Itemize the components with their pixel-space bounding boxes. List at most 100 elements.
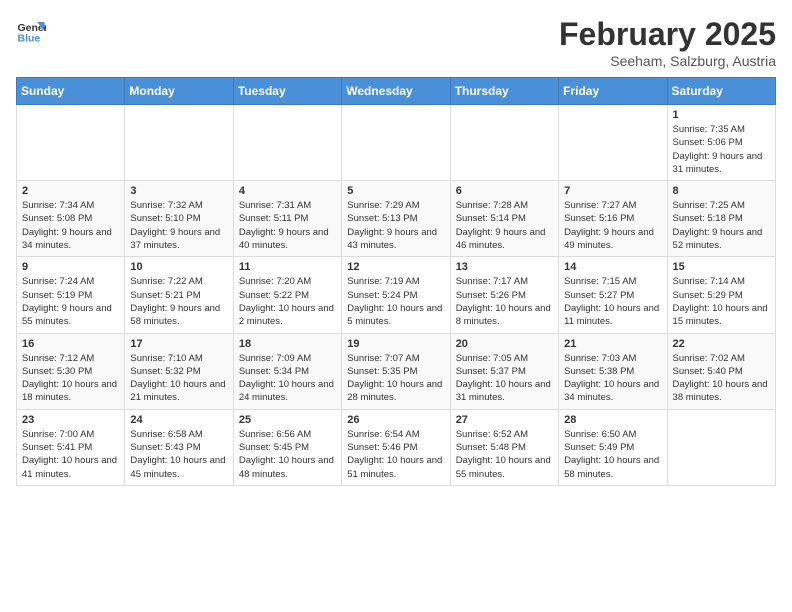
day-number: 16: [22, 338, 119, 350]
day-number: 20: [456, 338, 553, 350]
calendar-cell: 3 Sunrise: 7:32 AM Sunset: 5:10 PM Dayli…: [125, 181, 233, 257]
day-number: 26: [347, 414, 444, 426]
calendar-cell: 23 Sunrise: 7:00 AM Sunset: 5:41 PM Dayl…: [17, 409, 125, 485]
calendar-cell: 12 Sunrise: 7:19 AM Sunset: 5:24 PM Dayl…: [342, 257, 450, 333]
weekday-header-row: SundayMondayTuesdayWednesdayThursdayFrid…: [17, 78, 776, 105]
calendar-cell: 26 Sunrise: 6:54 AM Sunset: 5:46 PM Dayl…: [342, 409, 450, 485]
day-number: 14: [564, 261, 661, 273]
calendar-cell: [17, 105, 125, 181]
day-info: Sunrise: 6:50 AM Sunset: 5:49 PM Dayligh…: [564, 428, 661, 481]
calendar-cell: [559, 105, 667, 181]
calendar-cell: 9 Sunrise: 7:24 AM Sunset: 5:19 PM Dayli…: [17, 257, 125, 333]
day-info: Sunrise: 7:17 AM Sunset: 5:26 PM Dayligh…: [456, 275, 553, 328]
day-info: Sunrise: 6:58 AM Sunset: 5:43 PM Dayligh…: [130, 428, 227, 481]
day-info: Sunrise: 7:22 AM Sunset: 5:21 PM Dayligh…: [130, 275, 227, 328]
calendar-week-row: 23 Sunrise: 7:00 AM Sunset: 5:41 PM Dayl…: [17, 409, 776, 485]
day-info: Sunrise: 6:56 AM Sunset: 5:45 PM Dayligh…: [239, 428, 336, 481]
calendar-cell: 27 Sunrise: 6:52 AM Sunset: 5:48 PM Dayl…: [450, 409, 558, 485]
calendar-cell: [342, 105, 450, 181]
day-info: Sunrise: 7:02 AM Sunset: 5:40 PM Dayligh…: [673, 352, 770, 405]
calendar-cell: 11 Sunrise: 7:20 AM Sunset: 5:22 PM Dayl…: [233, 257, 341, 333]
day-info: Sunrise: 7:19 AM Sunset: 5:24 PM Dayligh…: [347, 275, 444, 328]
day-number: 9: [22, 261, 119, 273]
day-info: Sunrise: 7:03 AM Sunset: 5:38 PM Dayligh…: [564, 352, 661, 405]
day-info: Sunrise: 7:28 AM Sunset: 5:14 PM Dayligh…: [456, 199, 553, 252]
calendar-cell: 17 Sunrise: 7:10 AM Sunset: 5:32 PM Dayl…: [125, 333, 233, 409]
calendar-cell: 20 Sunrise: 7:05 AM Sunset: 5:37 PM Dayl…: [450, 333, 558, 409]
day-number: 18: [239, 338, 336, 350]
calendar-cell: 25 Sunrise: 6:56 AM Sunset: 5:45 PM Dayl…: [233, 409, 341, 485]
day-info: Sunrise: 7:05 AM Sunset: 5:37 PM Dayligh…: [456, 352, 553, 405]
day-number: 12: [347, 261, 444, 273]
day-info: Sunrise: 6:54 AM Sunset: 5:46 PM Dayligh…: [347, 428, 444, 481]
calendar-cell: 5 Sunrise: 7:29 AM Sunset: 5:13 PM Dayli…: [342, 181, 450, 257]
calendar-week-row: 1 Sunrise: 7:35 AM Sunset: 5:06 PM Dayli…: [17, 105, 776, 181]
day-number: 25: [239, 414, 336, 426]
page-header: General Blue February 2025 Seeham, Salzb…: [16, 16, 776, 69]
day-info: Sunrise: 7:14 AM Sunset: 5:29 PM Dayligh…: [673, 275, 770, 328]
calendar-cell: 6 Sunrise: 7:28 AM Sunset: 5:14 PM Dayli…: [450, 181, 558, 257]
day-number: 17: [130, 338, 227, 350]
weekday-header-tuesday: Tuesday: [233, 78, 341, 105]
day-info: Sunrise: 7:32 AM Sunset: 5:10 PM Dayligh…: [130, 199, 227, 252]
calendar-cell: 8 Sunrise: 7:25 AM Sunset: 5:18 PM Dayli…: [667, 181, 775, 257]
weekday-header-wednesday: Wednesday: [342, 78, 450, 105]
day-number: 22: [673, 338, 770, 350]
day-info: Sunrise: 7:09 AM Sunset: 5:34 PM Dayligh…: [239, 352, 336, 405]
day-info: Sunrise: 7:12 AM Sunset: 5:30 PM Dayligh…: [22, 352, 119, 405]
day-info: Sunrise: 7:10 AM Sunset: 5:32 PM Dayligh…: [130, 352, 227, 405]
calendar-cell: [667, 409, 775, 485]
calendar-cell: 1 Sunrise: 7:35 AM Sunset: 5:06 PM Dayli…: [667, 105, 775, 181]
calendar-cell: 24 Sunrise: 6:58 AM Sunset: 5:43 PM Dayl…: [125, 409, 233, 485]
calendar-cell: 19 Sunrise: 7:07 AM Sunset: 5:35 PM Dayl…: [342, 333, 450, 409]
calendar-cell: 21 Sunrise: 7:03 AM Sunset: 5:38 PM Dayl…: [559, 333, 667, 409]
day-number: 5: [347, 185, 444, 197]
day-number: 2: [22, 185, 119, 197]
day-number: 13: [456, 261, 553, 273]
day-info: Sunrise: 7:07 AM Sunset: 5:35 PM Dayligh…: [347, 352, 444, 405]
day-info: Sunrise: 7:15 AM Sunset: 5:27 PM Dayligh…: [564, 275, 661, 328]
weekday-header-saturday: Saturday: [667, 78, 775, 105]
calendar-cell: 2 Sunrise: 7:34 AM Sunset: 5:08 PM Dayli…: [17, 181, 125, 257]
weekday-header-thursday: Thursday: [450, 78, 558, 105]
day-info: Sunrise: 7:35 AM Sunset: 5:06 PM Dayligh…: [673, 123, 770, 176]
day-number: 7: [564, 185, 661, 197]
day-number: 28: [564, 414, 661, 426]
day-info: Sunrise: 7:29 AM Sunset: 5:13 PM Dayligh…: [347, 199, 444, 252]
day-number: 3: [130, 185, 227, 197]
weekday-header-friday: Friday: [559, 78, 667, 105]
calendar-cell: 14 Sunrise: 7:15 AM Sunset: 5:27 PM Dayl…: [559, 257, 667, 333]
day-number: 4: [239, 185, 336, 197]
calendar-cell: 18 Sunrise: 7:09 AM Sunset: 5:34 PM Dayl…: [233, 333, 341, 409]
calendar-cell: [450, 105, 558, 181]
calendar-cell: 13 Sunrise: 7:17 AM Sunset: 5:26 PM Dayl…: [450, 257, 558, 333]
day-number: 15: [673, 261, 770, 273]
calendar-cell: [233, 105, 341, 181]
title-block: February 2025 Seeham, Salzburg, Austria: [559, 16, 776, 69]
day-number: 21: [564, 338, 661, 350]
day-number: 10: [130, 261, 227, 273]
calendar-cell: 16 Sunrise: 7:12 AM Sunset: 5:30 PM Dayl…: [17, 333, 125, 409]
day-number: 8: [673, 185, 770, 197]
calendar-cell: 15 Sunrise: 7:14 AM Sunset: 5:29 PM Dayl…: [667, 257, 775, 333]
calendar-title: February 2025: [559, 16, 776, 53]
day-info: Sunrise: 6:52 AM Sunset: 5:48 PM Dayligh…: [456, 428, 553, 481]
svg-text:Blue: Blue: [18, 33, 41, 45]
day-info: Sunrise: 7:24 AM Sunset: 5:19 PM Dayligh…: [22, 275, 119, 328]
calendar-cell: [125, 105, 233, 181]
calendar-cell: 10 Sunrise: 7:22 AM Sunset: 5:21 PM Dayl…: [125, 257, 233, 333]
day-number: 27: [456, 414, 553, 426]
day-number: 19: [347, 338, 444, 350]
calendar-cell: 28 Sunrise: 6:50 AM Sunset: 5:49 PM Dayl…: [559, 409, 667, 485]
calendar-week-row: 2 Sunrise: 7:34 AM Sunset: 5:08 PM Dayli…: [17, 181, 776, 257]
day-number: 11: [239, 261, 336, 273]
logo-icon: General Blue: [16, 16, 46, 46]
day-info: Sunrise: 7:25 AM Sunset: 5:18 PM Dayligh…: [673, 199, 770, 252]
calendar-table: SundayMondayTuesdayWednesdayThursdayFrid…: [16, 77, 776, 486]
calendar-subtitle: Seeham, Salzburg, Austria: [559, 53, 776, 69]
calendar-cell: 22 Sunrise: 7:02 AM Sunset: 5:40 PM Dayl…: [667, 333, 775, 409]
weekday-header-monday: Monday: [125, 78, 233, 105]
day-number: 23: [22, 414, 119, 426]
logo: General Blue: [16, 16, 46, 46]
day-info: Sunrise: 7:27 AM Sunset: 5:16 PM Dayligh…: [564, 199, 661, 252]
